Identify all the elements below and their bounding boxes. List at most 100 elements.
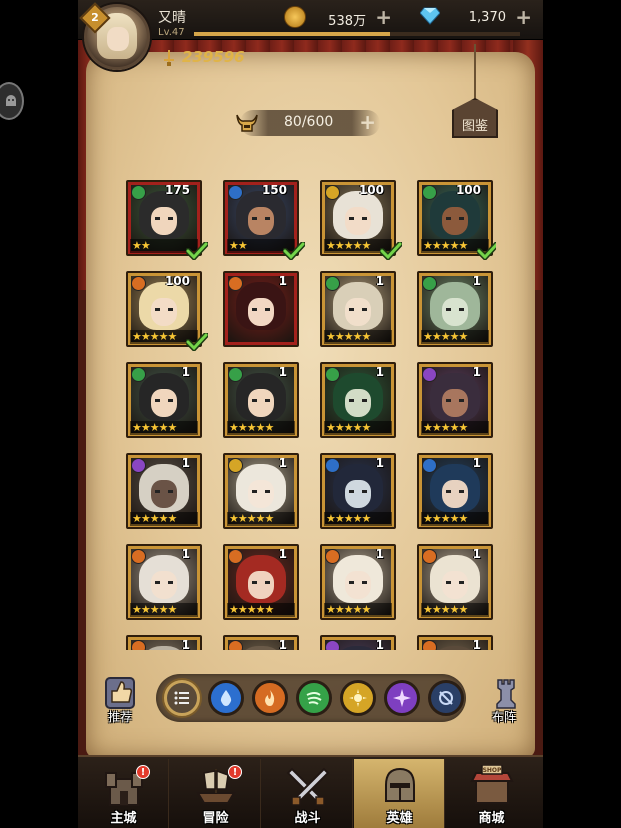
hero-level: 1: [278, 638, 287, 650]
player-name: 又晴: [158, 10, 186, 26]
hero-level: 1: [181, 547, 190, 561]
water-element-icon: [228, 185, 243, 200]
hero-level: 1: [278, 274, 287, 288]
nav-heroes[interactable]: 英雄: [354, 759, 445, 828]
list-icon: [174, 691, 189, 705]
hero-card[interactable]: 1: [320, 635, 396, 650]
hero-card[interactable]: 1 ★★★★★: [417, 453, 493, 529]
hero-roster-screen: 又晴 Lv.47 538万 + 1,370 + 2 239596 图鉴 80/6…: [78, 0, 543, 828]
hero-card[interactable]: 100 ★★★★★: [126, 271, 208, 351]
dark-element-icon: [422, 367, 437, 382]
hero-card[interactable]: 1 ★★★★★: [126, 362, 202, 438]
add-gems-button[interactable]: +: [515, 7, 532, 27]
hero-star-rating: ★★★★★: [227, 512, 295, 526]
deployed-check-icon: [380, 242, 402, 260]
nav-adventure[interactable]: ! 冒险: [170, 759, 261, 828]
hero-level: 1: [375, 365, 384, 379]
add-gold-button[interactable]: +: [375, 7, 392, 27]
hero-level: 1: [472, 638, 481, 650]
sword-power-icon: [164, 50, 174, 66]
deployed-check-icon: [186, 333, 208, 351]
hero-grid: 175 ★★ 150 ★★ 100 ★★★★★ 100 ★★★★★ 100 ★★★★★ 1 1 ★★★★…: [126, 180, 496, 650]
gold-amount: 538万: [328, 14, 366, 29]
gem-amount: 1,370: [468, 10, 506, 25]
combat-power-value: 239596: [182, 48, 245, 66]
hero-card[interactable]: 1: [417, 635, 493, 650]
filter-void-button[interactable]: [428, 680, 464, 716]
collection-label: 图鉴: [461, 119, 488, 134]
hero-card[interactable]: 175 ★★: [126, 180, 208, 260]
dark-star-icon: [393, 689, 411, 707]
hero-card[interactable]: 1 ★★★★★: [223, 544, 299, 620]
floating-assistive-button[interactable]: [0, 82, 24, 120]
wind-element-icon: [422, 185, 437, 200]
hero-star-rating: ★★★★★: [421, 603, 489, 617]
filter-water-button[interactable]: [208, 680, 244, 716]
hero-card[interactable]: 100 ★★★★★: [320, 180, 402, 260]
void-orb-icon: [439, 691, 453, 705]
crossed-swords-icon: [286, 767, 330, 806]
hero-capacity: 80/600 +: [236, 110, 380, 136]
adventure-alert-badge: !: [228, 765, 242, 779]
shop-stall-icon: SHOP: [470, 765, 514, 804]
wind-element-icon: [325, 367, 340, 382]
hero-card[interactable]: 1: [223, 271, 299, 347]
hero-level: 100: [164, 274, 190, 288]
filter-fire-button[interactable]: [252, 680, 288, 716]
hero-card[interactable]: 1 ★★★★★: [320, 544, 396, 620]
chess-rook-icon: [496, 679, 516, 709]
wind-element-icon: [131, 185, 146, 200]
filter-dark-button[interactable]: [384, 680, 420, 716]
hero-card[interactable]: 1 ★★★★★: [417, 271, 493, 347]
nav-main-city[interactable]: ! 主城: [78, 759, 169, 828]
expand-capacity-button[interactable]: +: [359, 111, 376, 133]
nav-heroes-label: 英雄: [386, 811, 413, 826]
main-city-alert-badge: !: [136, 765, 150, 779]
shop-sign-text: SHOP: [483, 767, 502, 774]
bottom-navigation: ! 主城 ! 冒险 战斗 英雄 SHOP 商城: [78, 755, 543, 828]
hero-star-rating: ★★★★★: [324, 603, 392, 617]
hero-card[interactable]: 1 ★★★★★: [320, 362, 396, 438]
sun-icon: [349, 689, 367, 707]
water-element-icon: [422, 458, 437, 473]
hero-card[interactable]: 1 ★★★★★: [223, 362, 299, 438]
hero-card[interactable]: 1 ★★★★★: [320, 453, 396, 529]
hero-card[interactable]: 1: [223, 635, 299, 650]
ghost-icon: [6, 95, 16, 106]
wind-element-icon: [228, 367, 243, 382]
hero-card[interactable]: 1 ★★★★★: [417, 544, 493, 620]
xp-bar: [194, 32, 520, 36]
filter-wind-button[interactable]: [296, 680, 332, 716]
hero-card[interactable]: 1 ★★★★★: [223, 453, 299, 529]
hero-level: 1: [472, 274, 481, 288]
hero-card[interactable]: 150 ★★: [223, 180, 305, 260]
hero-level: 1: [472, 456, 481, 470]
recommend-button[interactable]: 推荐: [100, 676, 140, 726]
nav-battle[interactable]: 战斗: [262, 759, 353, 828]
filter-light-button[interactable]: [340, 680, 376, 716]
hero-card[interactable]: 1 ★★★★★: [320, 271, 396, 347]
hero-star-rating: ★★★★★: [324, 330, 392, 344]
hero-card[interactable]: 1: [126, 635, 202, 650]
light-element-icon: [325, 185, 340, 200]
hero-level: 1: [181, 638, 190, 650]
hero-level: 100: [455, 183, 481, 197]
dark-element-icon: [131, 458, 146, 473]
light-element-icon: [228, 458, 243, 473]
fire-element-icon: [228, 276, 243, 291]
game-screen: 又晴 Lv.47 538万 + 1,370 + 2 239596 图鉴 80/6…: [0, 0, 621, 828]
filter-all-button[interactable]: [164, 680, 200, 716]
nav-adventure-label: 冒险: [202, 811, 229, 826]
nav-shop[interactable]: SHOP 商城: [446, 759, 537, 828]
hero-card[interactable]: 1 ★★★★★: [126, 453, 202, 529]
hero-card[interactable]: 1 ★★★★★: [126, 544, 202, 620]
gold-resource: 538万 +: [284, 5, 396, 31]
hero-star-rating: ★★★★★: [324, 512, 392, 526]
formation-button[interactable]: 布阵: [484, 676, 528, 726]
wind-swirl-icon: [306, 692, 322, 705]
thumbs-up-icon: [105, 677, 135, 709]
hero-card[interactable]: 1 ★★★★★: [417, 362, 493, 438]
hero-star-rating: ★★★★★: [130, 421, 198, 435]
dark-element-icon: [325, 640, 340, 650]
hero-card[interactable]: 100 ★★★★★: [417, 180, 496, 260]
